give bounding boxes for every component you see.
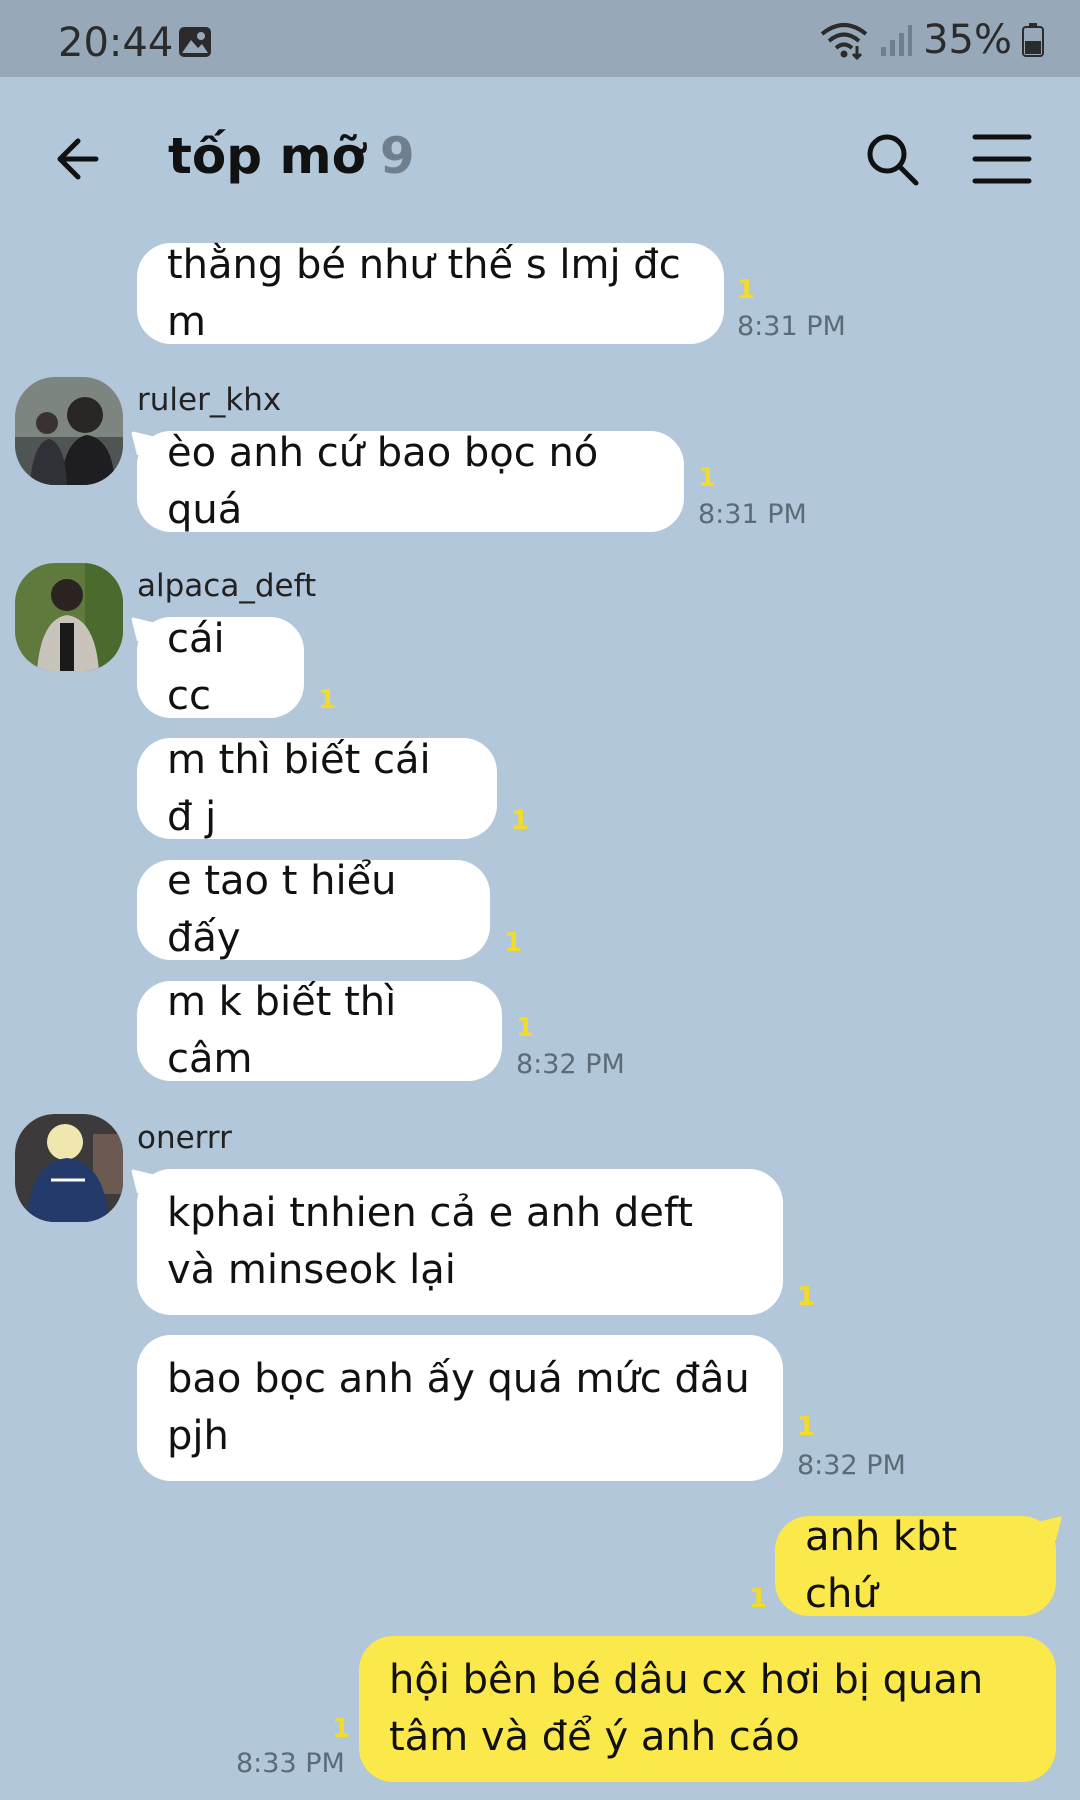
message-bubble-own[interactable]: anh kbt chứ <box>775 1514 1056 1617</box>
chat-name: tốp mỡ <box>168 127 366 185</box>
avatar-photo <box>15 1114 123 1222</box>
message-text: thằng bé như thế s lmj đc m <box>167 241 681 345</box>
unread-count: 1 <box>749 1584 768 1614</box>
search-icon[interactable] <box>862 129 922 189</box>
message-time: 8:32 PM <box>516 1049 625 1080</box>
message-bubble[interactable]: bao bọc anh ấy quá mức đâu pjh <box>137 1335 783 1481</box>
avatar[interactable] <box>15 1114 123 1222</box>
battery-percentage: 35% <box>923 17 1012 63</box>
chat-header: tốp mỡ 9 <box>0 77 1080 237</box>
unread-count: 1 <box>516 1013 535 1043</box>
unread-count: 1 <box>332 1714 351 1744</box>
unread-count: 1 <box>698 463 717 493</box>
message-time: 8:33 PM <box>236 1748 345 1779</box>
message-text: kphai tnhien cả e anh deft và minseok lạ… <box>167 1190 693 1293</box>
unread-count: 1 <box>797 1282 816 1312</box>
message-bubble-own[interactable]: hội bên bé dâu cx hơi bị quan tâm và để … <box>359 1636 1056 1782</box>
message-time: 8:31 PM <box>698 499 807 530</box>
message-text: m thì biết cái đ j <box>167 736 431 840</box>
message-text: e tao t hiểu đấy <box>167 858 397 961</box>
battery-icon <box>1022 23 1044 57</box>
avatar-photo <box>15 377 123 485</box>
message-text: anh kbt chứ <box>805 1514 958 1617</box>
message-bubble[interactable]: cái cc <box>137 616 304 719</box>
sender-name: onerrr <box>137 1120 232 1156</box>
message-bubble[interactable]: èo anh cứ bao bọc nó quá <box>137 430 684 533</box>
sender-name: ruler_khx <box>137 382 282 418</box>
message-bubble[interactable]: thằng bé như thế s lmj đc m <box>137 242 724 345</box>
message-text: bao bọc anh ấy quá mức đâu pjh <box>167 1356 750 1459</box>
unread-count: 1 <box>504 928 523 958</box>
message-bubble[interactable]: kphai tnhien cả e anh deft và minseok lạ… <box>137 1169 783 1315</box>
message-text: cái cc <box>167 615 225 719</box>
arrow-left-icon[interactable] <box>52 129 112 189</box>
unread-count: 1 <box>511 806 530 836</box>
message-time: 8:32 PM <box>797 1450 906 1481</box>
signal-icon <box>881 25 913 56</box>
message-bubble[interactable]: m thì biết cái đ j <box>137 737 497 840</box>
hamburger-menu-icon[interactable] <box>972 131 1032 187</box>
wifi-icon <box>820 23 868 60</box>
image-icon <box>179 27 211 57</box>
avatar[interactable] <box>15 377 123 485</box>
status-icons: 35% <box>819 17 1044 63</box>
avatar-photo <box>15 563 123 671</box>
avatar[interactable] <box>15 563 123 671</box>
chat-title: tốp mỡ 9 <box>168 127 415 185</box>
status-time: 20:44 <box>58 20 174 66</box>
unread-count: 1 <box>318 685 337 715</box>
message-text: èo anh cứ bao bọc nó quá <box>167 429 599 533</box>
sender-name: alpaca_deft <box>137 568 317 604</box>
message-text: hội bên bé dâu cx hơi bị quan tâm và để … <box>389 1657 984 1760</box>
message-time: 8:31 PM <box>737 311 846 342</box>
message-bubble[interactable]: m k biết thì câm <box>137 979 502 1082</box>
member-count: 9 <box>379 127 415 185</box>
unread-count: 1 <box>737 275 756 305</box>
message-bubble[interactable]: e tao t hiểu đấy <box>137 858 490 961</box>
message-text: m k biết thì câm <box>167 979 397 1082</box>
unread-count: 1 <box>797 1412 816 1442</box>
status-bar: 20:44 35% <box>0 0 1080 77</box>
